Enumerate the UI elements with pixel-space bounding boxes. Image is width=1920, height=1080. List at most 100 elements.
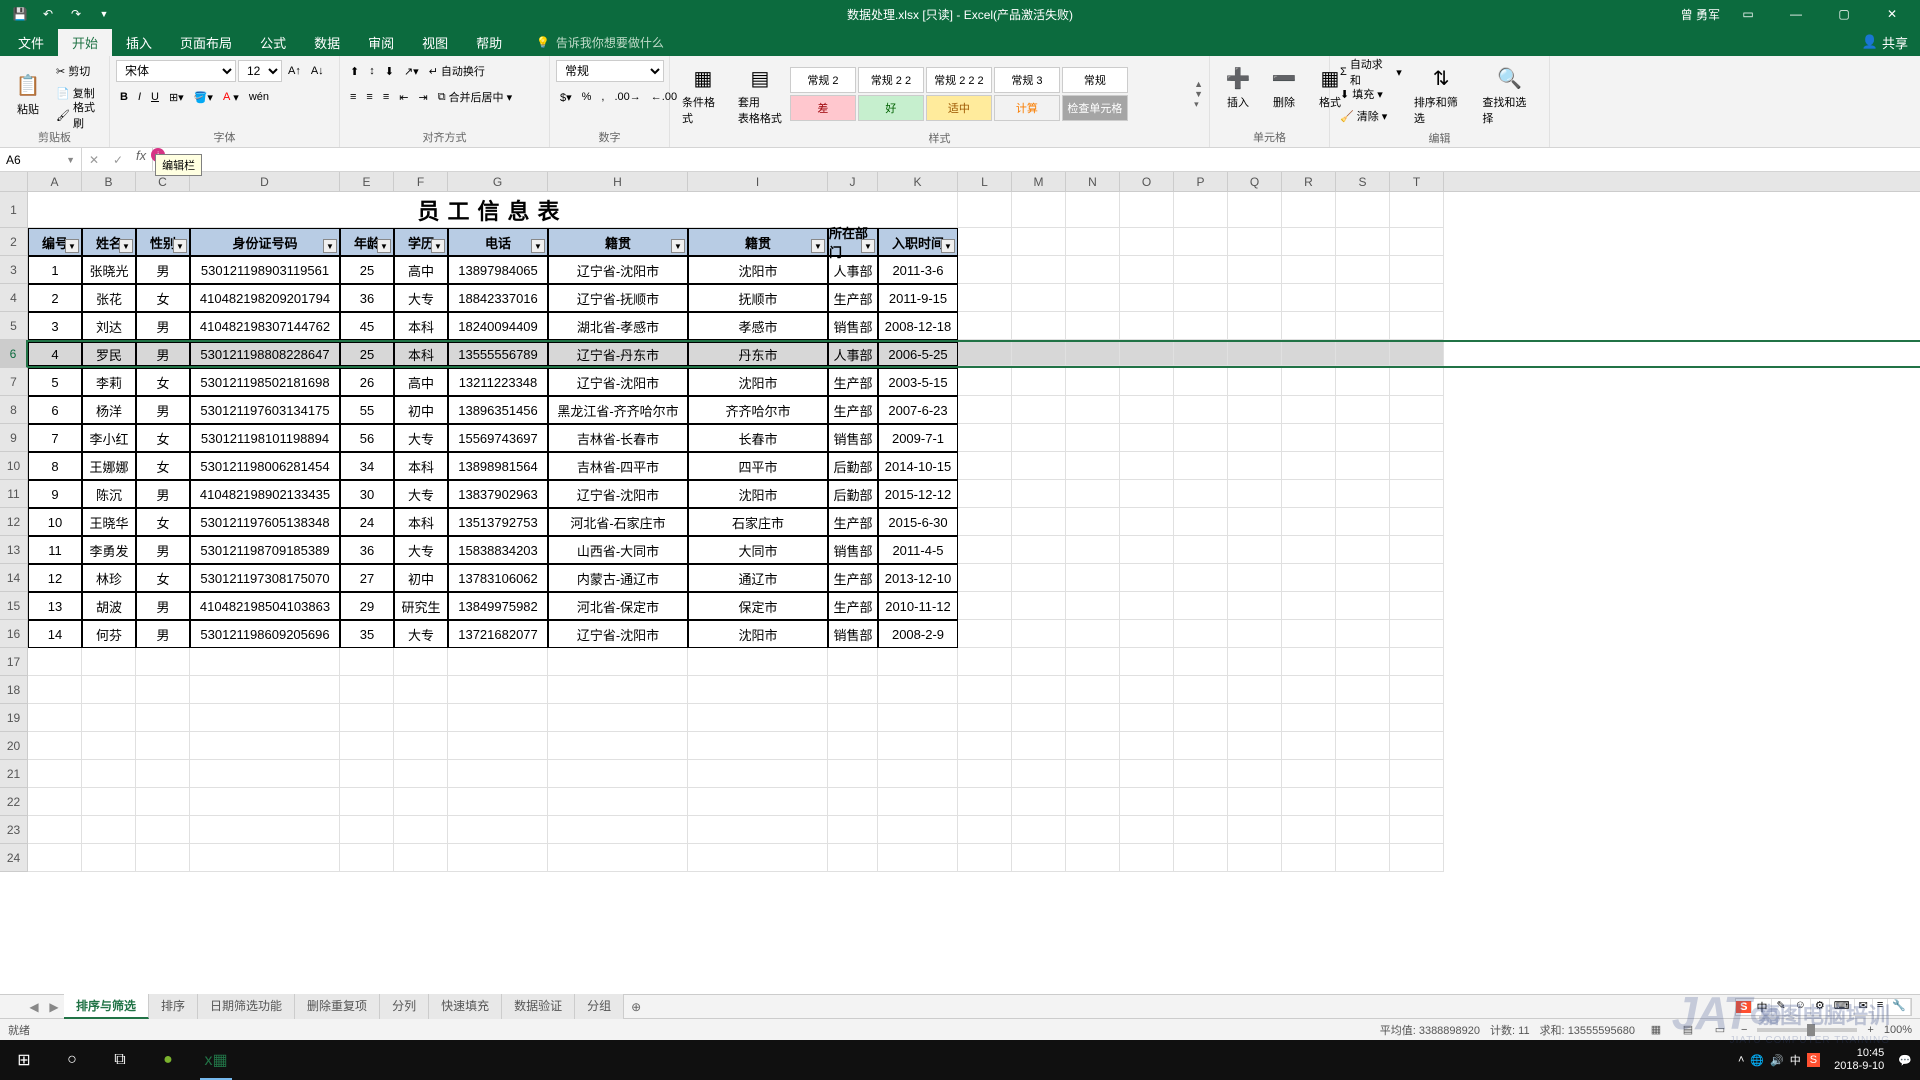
table-cell[interactable]: 24 [340, 508, 394, 536]
ime-button[interactable]: ⌨ [1830, 999, 1855, 1015]
row-header[interactable]: 18 [0, 676, 28, 704]
table-cell[interactable]: 张晓光 [82, 256, 136, 284]
tray-ime-icon[interactable]: 中 [1790, 1052, 1801, 1068]
table-cell[interactable]: 15838834203 [448, 536, 548, 564]
col-header[interactable]: S [1336, 172, 1390, 191]
table-cell[interactable]: 生产部 [828, 564, 878, 592]
table-cell[interactable]: 女 [136, 564, 190, 592]
gallery-down-icon[interactable]: ▼ [1194, 89, 1203, 99]
align-center-icon[interactable]: ≡ [362, 86, 376, 108]
row-header[interactable]: 21 [0, 760, 28, 788]
style-item[interactable]: 常规 2 2 2 [926, 67, 992, 93]
notifications-icon[interactable]: 💬 [1898, 1054, 1912, 1067]
table-cell[interactable]: 长春市 [688, 424, 828, 452]
excel-taskbar-icon[interactable]: x▦ [192, 1040, 240, 1080]
row-header[interactable]: 16 [0, 620, 28, 648]
delete-cells-button[interactable]: ➖删除 [1262, 60, 1306, 112]
table-cell[interactable]: 大专 [394, 536, 448, 564]
table-cell[interactable]: 高中 [394, 256, 448, 284]
col-header[interactable]: B [82, 172, 136, 191]
col-header[interactable]: O [1120, 172, 1174, 191]
redo-icon[interactable]: ↷ [64, 2, 88, 26]
table-cell[interactable]: 410482198902133435 [190, 480, 340, 508]
table-cell[interactable]: 辽宁省-丹东市 [548, 342, 688, 366]
table-header[interactable]: 籍贯▼ [548, 228, 688, 256]
wechat-icon[interactable]: ● [144, 1040, 192, 1080]
table-header[interactable]: 身份证号码▼ [190, 228, 340, 256]
row-header[interactable]: 7 [0, 368, 28, 396]
col-header[interactable]: L [958, 172, 1012, 191]
table-cell[interactable]: 530121197605138348 [190, 508, 340, 536]
table-cell[interactable]: 13721682077 [448, 620, 548, 648]
increase-font-icon[interactable]: A↑ [284, 60, 305, 82]
table-header[interactable]: 籍贯▼ [688, 228, 828, 256]
table-cell[interactable]: 5 [28, 368, 82, 396]
font-name-select[interactable]: 宋体 [116, 60, 236, 82]
bold-icon[interactable]: B [116, 86, 132, 108]
row-header[interactable]: 23 [0, 816, 28, 844]
table-cell[interactable]: 2007-6-23 [878, 396, 958, 424]
table-cell[interactable]: 罗民 [82, 342, 136, 366]
table-cell[interactable]: 13898981564 [448, 452, 548, 480]
align-left-icon[interactable]: ≡ [346, 86, 360, 108]
table-cell[interactable]: 女 [136, 368, 190, 396]
table-cell[interactable]: 人事部 [828, 342, 878, 366]
indent-inc-icon[interactable]: ⇥ [414, 86, 431, 108]
table-cell[interactable]: 26 [340, 368, 394, 396]
table-cell[interactable]: 14 [28, 620, 82, 648]
table-cell[interactable]: 齐齐哈尔市 [688, 396, 828, 424]
table-cell[interactable]: 2003-5-15 [878, 368, 958, 396]
table-cell[interactable]: 25 [340, 256, 394, 284]
style-item[interactable]: 检查单元格 [1062, 95, 1128, 121]
row-header[interactable]: 20 [0, 732, 28, 760]
table-cell[interactable]: 女 [136, 508, 190, 536]
table-cell[interactable]: 9 [28, 480, 82, 508]
table-header[interactable]: 学历▼ [394, 228, 448, 256]
table-cell[interactable]: 湖北省-孝感市 [548, 312, 688, 340]
ribbon-options-icon[interactable]: ▭ [1728, 0, 1768, 28]
paste-button[interactable]: 📋粘贴 [6, 67, 50, 119]
ime-button[interactable]: 🔧 [1888, 999, 1911, 1015]
row-header[interactable]: 10 [0, 452, 28, 480]
table-cell[interactable]: 13 [28, 592, 82, 620]
table-cell[interactable]: 吉林省-四平市 [548, 452, 688, 480]
table-cell[interactable]: 410482198307144762 [190, 312, 340, 340]
number-format-select[interactable]: 常规 [556, 60, 664, 82]
style-item[interactable]: 常规 3 [994, 67, 1060, 93]
filter-dropdown-icon[interactable]: ▼ [65, 239, 79, 253]
table-cell[interactable]: 10 [28, 508, 82, 536]
filter-dropdown-icon[interactable]: ▼ [119, 239, 133, 253]
tab-审阅[interactable]: 审阅 [354, 29, 408, 56]
style-gallery[interactable]: 常规 2常规 2 2常规 2 2 2常规 3常规差好适中计算检查单元格 [790, 67, 1190, 121]
table-cell[interactable]: 36 [340, 284, 394, 312]
table-cell[interactable]: 56 [340, 424, 394, 452]
row-header[interactable]: 8 [0, 396, 28, 424]
col-header[interactable]: J [828, 172, 878, 191]
fill-button[interactable]: ⬇ 填充▾ [1336, 83, 1406, 105]
select-all-corner[interactable] [0, 172, 28, 191]
zoom-slider[interactable] [1757, 1028, 1857, 1032]
table-cell[interactable]: 河北省-石家庄市 [548, 508, 688, 536]
tray-volume-icon[interactable]: 🔊 [1770, 1054, 1784, 1067]
table-cell[interactable]: 13896351456 [448, 396, 548, 424]
sheet-tab[interactable]: 分组 [575, 994, 624, 1019]
table-cell[interactable]: 初中 [394, 564, 448, 592]
table-cell[interactable]: 研究生 [394, 592, 448, 620]
table-cell[interactable]: 2009-7-1 [878, 424, 958, 452]
ime-toolbar[interactable]: S 中✎☺⚙⌨✉≡🔧 [1735, 998, 1912, 1016]
table-cell[interactable]: 18842337016 [448, 284, 548, 312]
table-cell[interactable]: 何芬 [82, 620, 136, 648]
tab-数据[interactable]: 数据 [300, 29, 354, 56]
table-cell[interactable]: 抚顺市 [688, 284, 828, 312]
filter-dropdown-icon[interactable]: ▼ [941, 239, 955, 253]
row-header[interactable]: 4 [0, 284, 28, 312]
table-cell[interactable]: 辽宁省-沈阳市 [548, 620, 688, 648]
table-cell[interactable]: 本科 [394, 452, 448, 480]
table-cell[interactable]: 生产部 [828, 592, 878, 620]
user-name[interactable]: 曾 勇军 [1681, 6, 1720, 23]
filter-dropdown-icon[interactable]: ▼ [323, 239, 337, 253]
table-cell[interactable]: 男 [136, 620, 190, 648]
row-header[interactable]: 3 [0, 256, 28, 284]
table-cell[interactable]: 2015-12-12 [878, 480, 958, 508]
row-header[interactable]: 9 [0, 424, 28, 452]
